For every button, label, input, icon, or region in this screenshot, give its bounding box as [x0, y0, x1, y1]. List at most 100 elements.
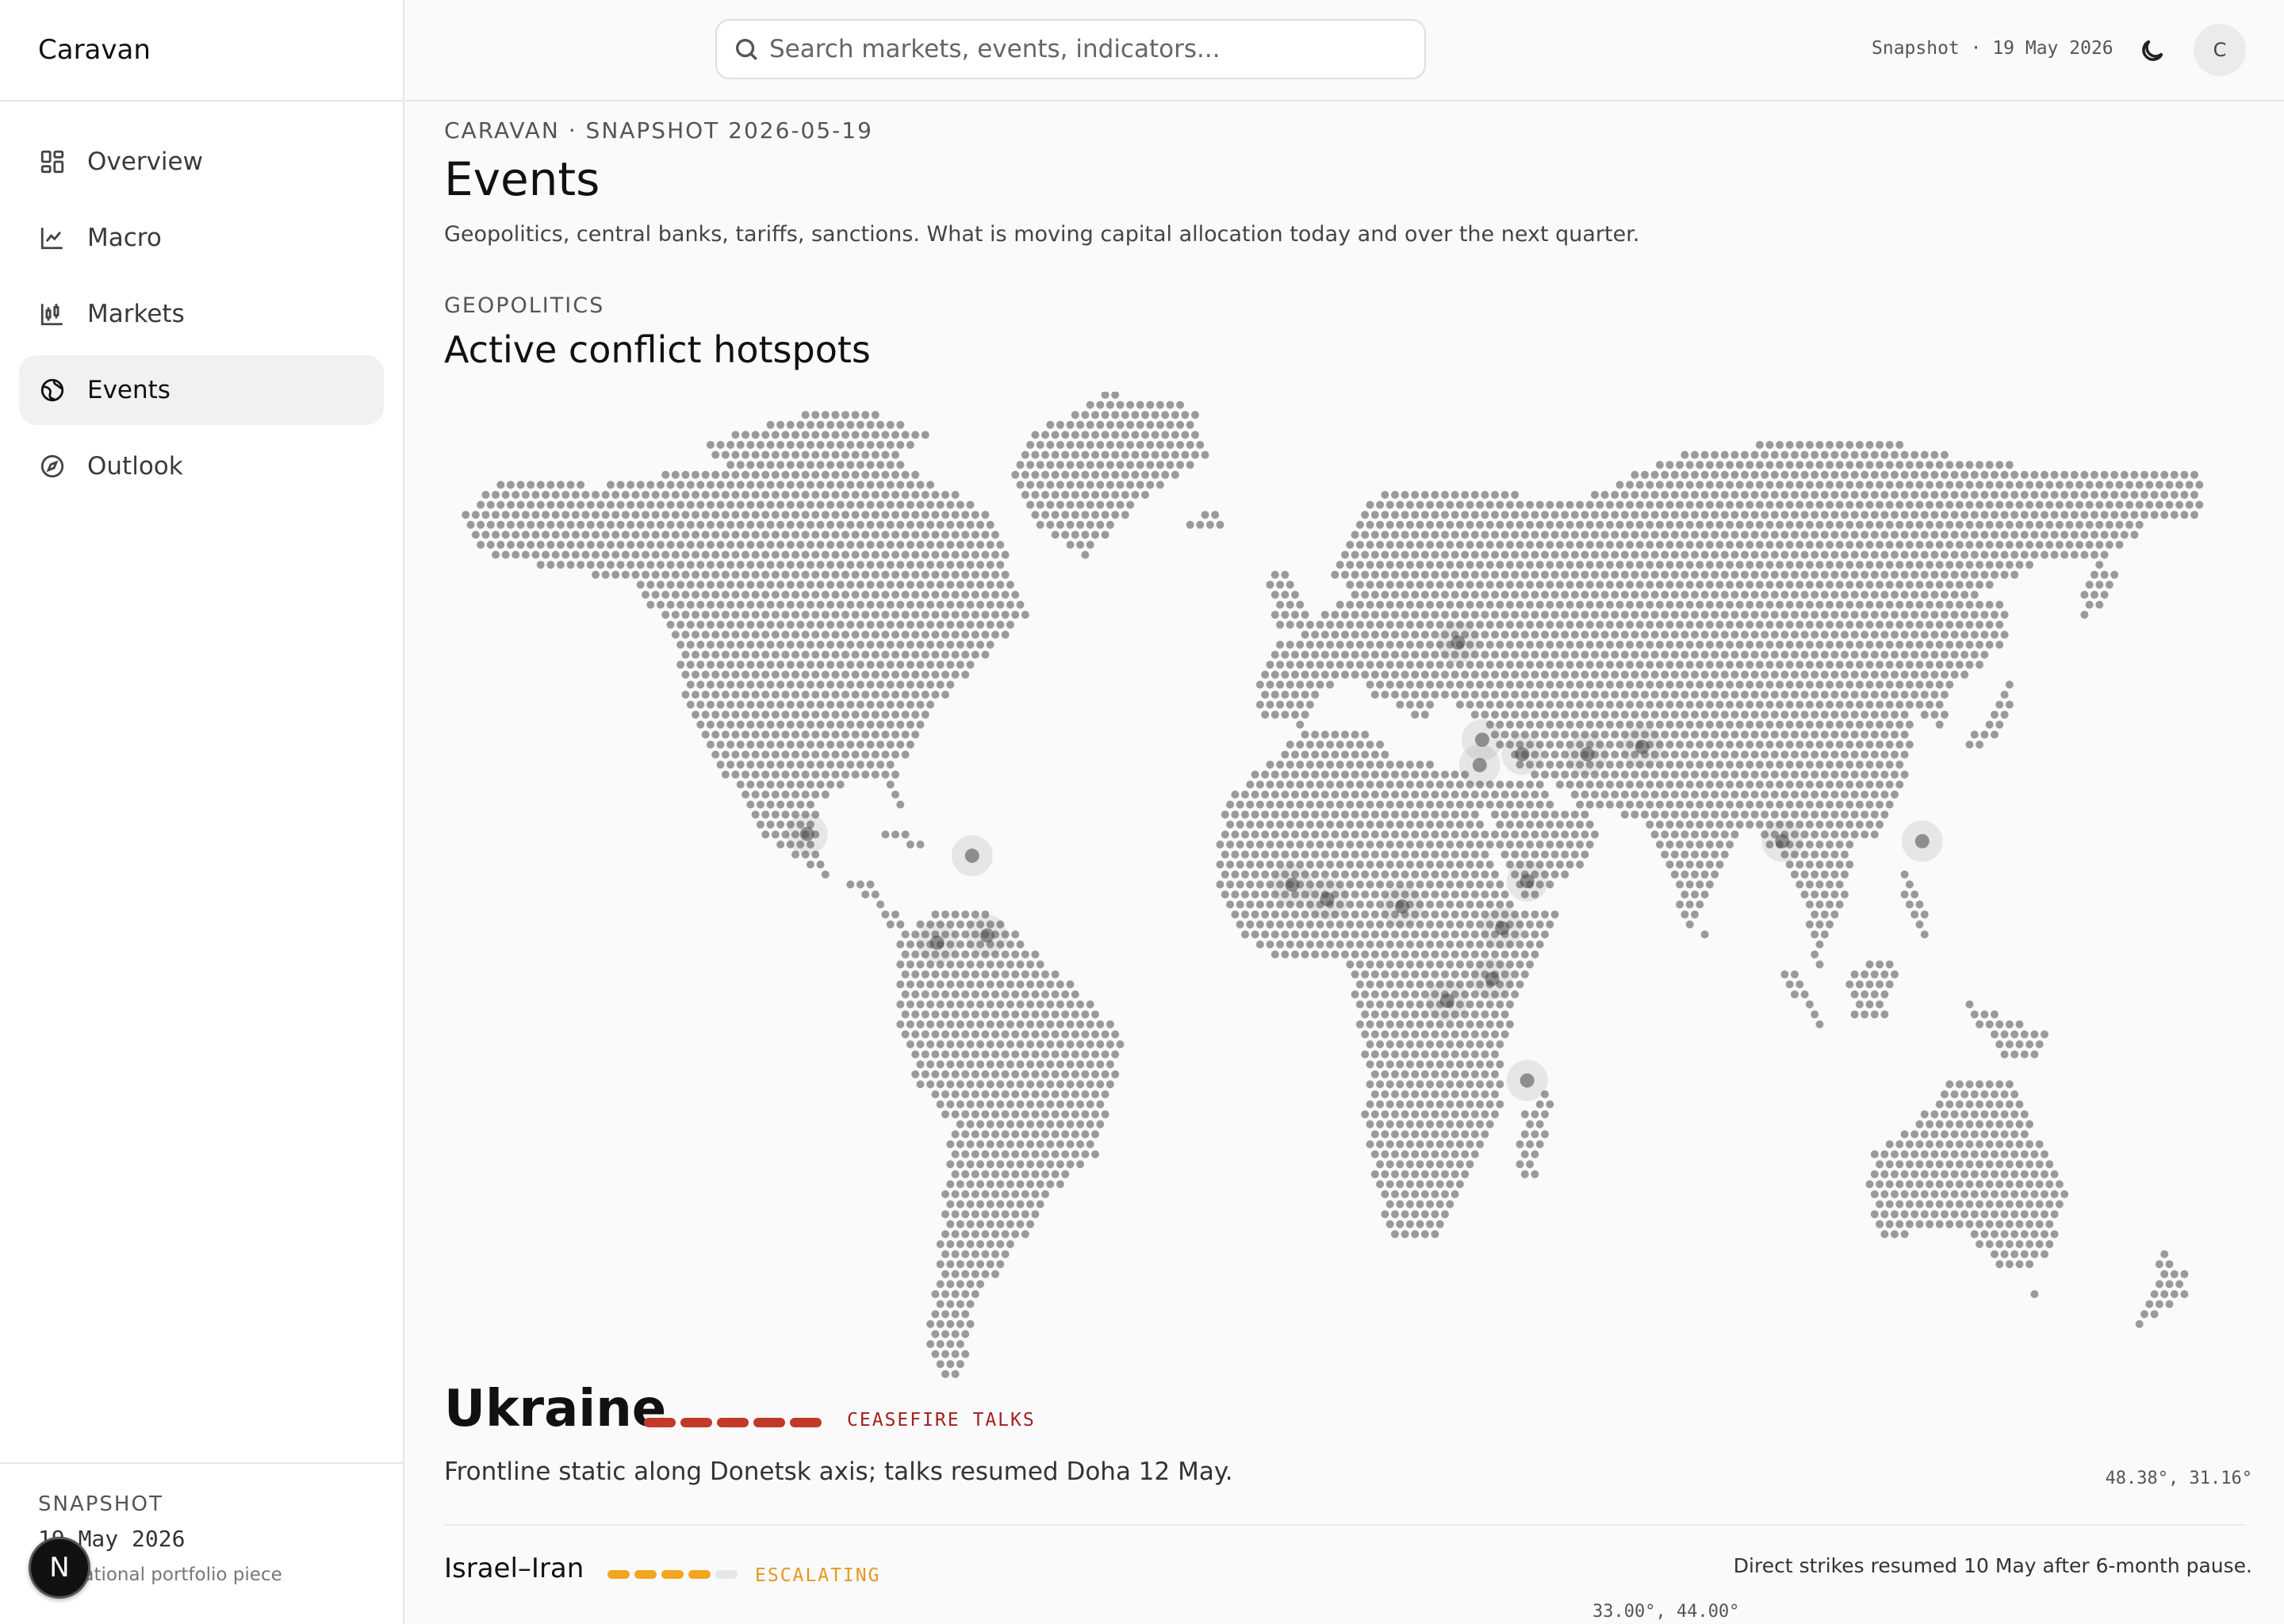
land-dot [481, 530, 490, 539]
land-dot [1941, 530, 1949, 539]
land-dot [1685, 680, 1694, 689]
land-dot [1730, 591, 1739, 599]
land-dot [761, 650, 770, 659]
land-dot [1715, 820, 1724, 829]
land-dot [1585, 800, 1594, 809]
land-dot [1605, 680, 1614, 689]
land-dot [1850, 511, 1859, 519]
land-dot [956, 541, 964, 549]
land-dot [1116, 1040, 1125, 1048]
land-dot [1895, 780, 1904, 789]
sidebar-item-macro[interactable]: Macro [19, 203, 384, 273]
avatar[interactable]: C [2194, 24, 2246, 76]
land-dot [1366, 600, 1374, 609]
land-dot [936, 541, 945, 549]
brand-logo[interactable]: Caravan [0, 0, 403, 102]
land-dot [1750, 670, 1759, 679]
land-dot [1691, 770, 1699, 779]
land-dot [1470, 530, 1479, 539]
land-dot [1950, 591, 1959, 599]
land-dot [981, 990, 990, 998]
theme-toggle-button[interactable] [2133, 32, 2171, 70]
land-dot [1770, 710, 1779, 719]
land-dot [1955, 600, 1964, 609]
land-dot [1620, 770, 1629, 779]
land-dot [1880, 491, 1889, 499]
land-dot [1376, 880, 1385, 889]
land-dot [1236, 841, 1244, 848]
land-dot [1795, 620, 1804, 629]
land-dot [1626, 600, 1634, 609]
land-dot [1411, 570, 1420, 579]
land-dot [1815, 820, 1824, 829]
sidebar-item-overview[interactable]: Overview [19, 127, 384, 197]
land-dot [642, 511, 650, 519]
land-dot [1431, 891, 1439, 898]
land-dot [1776, 661, 1784, 669]
land-dot [736, 700, 745, 709]
search-input[interactable] [769, 35, 1404, 63]
land-dot [1780, 691, 1789, 699]
land-dot [1311, 691, 1320, 699]
land-dot [2080, 511, 2089, 519]
land-dot [1865, 461, 1874, 469]
land-dot [586, 561, 595, 569]
land-dot [1161, 431, 1170, 439]
land-dot [856, 481, 864, 489]
land-dot [1531, 691, 1539, 699]
land-dot [1581, 650, 1589, 659]
sidebar-item-events[interactable]: Events [19, 355, 384, 425]
sidebar-item-outlook[interactable]: Outlook [19, 431, 384, 501]
land-dot [1435, 860, 1444, 869]
search-box[interactable] [715, 19, 1426, 79]
land-dot [1461, 810, 1470, 819]
land-dot [2005, 1020, 2014, 1028]
land-dot [1965, 641, 1974, 649]
land-dot [1995, 1040, 2004, 1048]
land-dot [1880, 691, 1889, 699]
land-dot [1511, 650, 1519, 659]
land-dot [896, 500, 905, 509]
land-dot [1576, 720, 1585, 729]
land-dot [1696, 520, 1704, 529]
land-dot [1855, 780, 1864, 789]
land-dot [1476, 860, 1485, 869]
land-dot [1466, 561, 1474, 569]
land-dot [2060, 470, 2069, 479]
land-dot [1661, 810, 1669, 819]
land-dot [856, 620, 864, 629]
land-dot [1685, 720, 1694, 729]
land-dot [1955, 620, 1964, 629]
land-dot [1876, 661, 1884, 669]
land-dot [1496, 600, 1504, 609]
land-dot [756, 520, 765, 529]
conflict-hotspot-map[interactable] [444, 392, 2244, 1407]
land-dot [1450, 950, 1459, 959]
land-dot [1841, 770, 1849, 779]
land-dot [1516, 780, 1524, 789]
land-dot [821, 450, 830, 459]
land-dot [1615, 520, 1624, 529]
land-dot [1605, 780, 1614, 789]
land-dot [991, 550, 999, 559]
sidebar-item-markets[interactable]: Markets [19, 279, 384, 349]
dev-badge[interactable]: N [29, 1537, 90, 1599]
land-dot [1401, 1010, 1409, 1019]
land-dot [716, 500, 725, 509]
land-dot [1561, 611, 1569, 619]
land-dot [906, 541, 914, 549]
land-dot [881, 770, 890, 779]
land-dot [1976, 481, 1984, 489]
land-dot [2035, 481, 2044, 489]
land-dot [1151, 431, 1159, 439]
land-dot [1726, 680, 1734, 689]
land-dot [1691, 570, 1699, 579]
land-dot [1791, 791, 1799, 799]
land-dot [1550, 530, 1559, 539]
land-dot [1970, 570, 1979, 579]
land-dot [1481, 550, 1489, 559]
land-dot [1826, 461, 1834, 469]
land-dot [971, 970, 979, 979]
land-dot [1361, 891, 1370, 898]
land-dot [1830, 810, 1839, 819]
